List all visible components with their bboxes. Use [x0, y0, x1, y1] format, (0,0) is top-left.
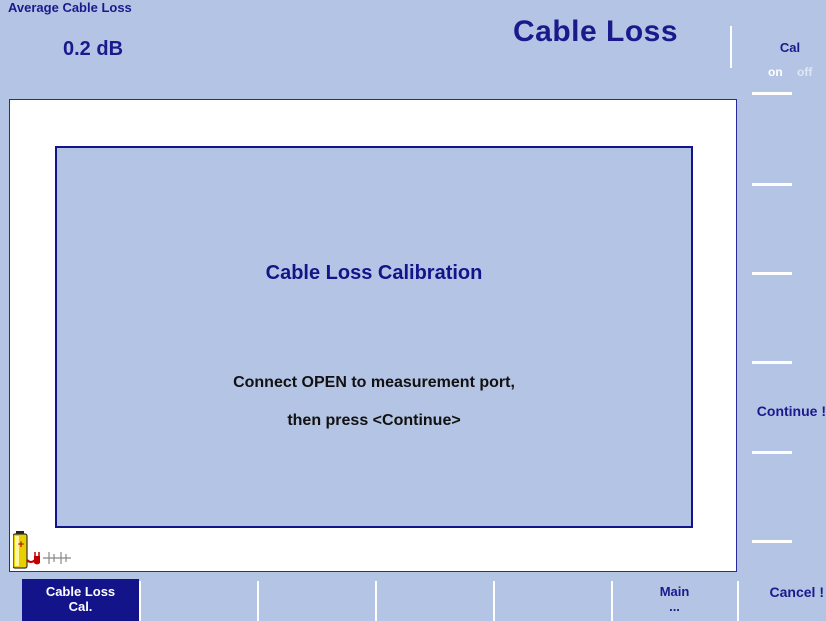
- softkey-4[interactable]: [377, 579, 492, 621]
- softkey-main[interactable]: Main ...: [613, 579, 736, 621]
- softkey-3[interactable]: [259, 579, 374, 621]
- dialog-instruction-line1: Connect OPEN to measurement port,: [233, 374, 515, 391]
- softkey-label-line1: Cable Loss: [45, 584, 116, 599]
- softkey-separator: [737, 581, 739, 621]
- status-icons: +: [13, 531, 71, 569]
- softkey-label-line2: Cal.: [68, 599, 93, 614]
- cancel-button[interactable]: Cancel !: [738, 584, 824, 600]
- softkey-cable-loss-cal[interactable]: Cable Loss Cal.: [22, 579, 139, 621]
- cal-toggle-label[interactable]: Cal: [773, 40, 807, 55]
- right-softkey-divider: [752, 451, 792, 454]
- right-softkey-divider: [752, 361, 792, 364]
- measurement-label: Average Cable Loss: [8, 0, 132, 15]
- softkey-5[interactable]: [495, 579, 610, 621]
- right-softkey-divider: [752, 183, 792, 186]
- continue-button[interactable]: Continue !: [738, 403, 826, 419]
- plug-icon: [26, 552, 40, 565]
- antenna-icon: [43, 552, 71, 564]
- dialog-instruction-line2: then press <Continue>: [287, 412, 461, 429]
- cal-on-option[interactable]: on: [768, 65, 783, 79]
- svg-text:+: +: [17, 540, 25, 550]
- measurement-value: 0.2 dB: [63, 38, 124, 60]
- softkey-2[interactable]: [141, 579, 256, 621]
- right-softkey-divider: [752, 92, 792, 95]
- calibration-dialog: Cable Loss Calibration Connect OPEN to m…: [55, 146, 693, 528]
- right-softkey-divider: [752, 272, 792, 275]
- dialog-title: Cable Loss Calibration: [265, 262, 483, 284]
- header-separator: [730, 26, 732, 68]
- softkey-label-line1: Main: [659, 584, 690, 599]
- cal-off-option[interactable]: off: [797, 65, 812, 79]
- battery-icon: +: [13, 531, 28, 569]
- right-softkey-divider: [752, 540, 792, 543]
- page-title: Cable Loss: [513, 15, 679, 48]
- softkey-label-line2: ...: [669, 599, 680, 614]
